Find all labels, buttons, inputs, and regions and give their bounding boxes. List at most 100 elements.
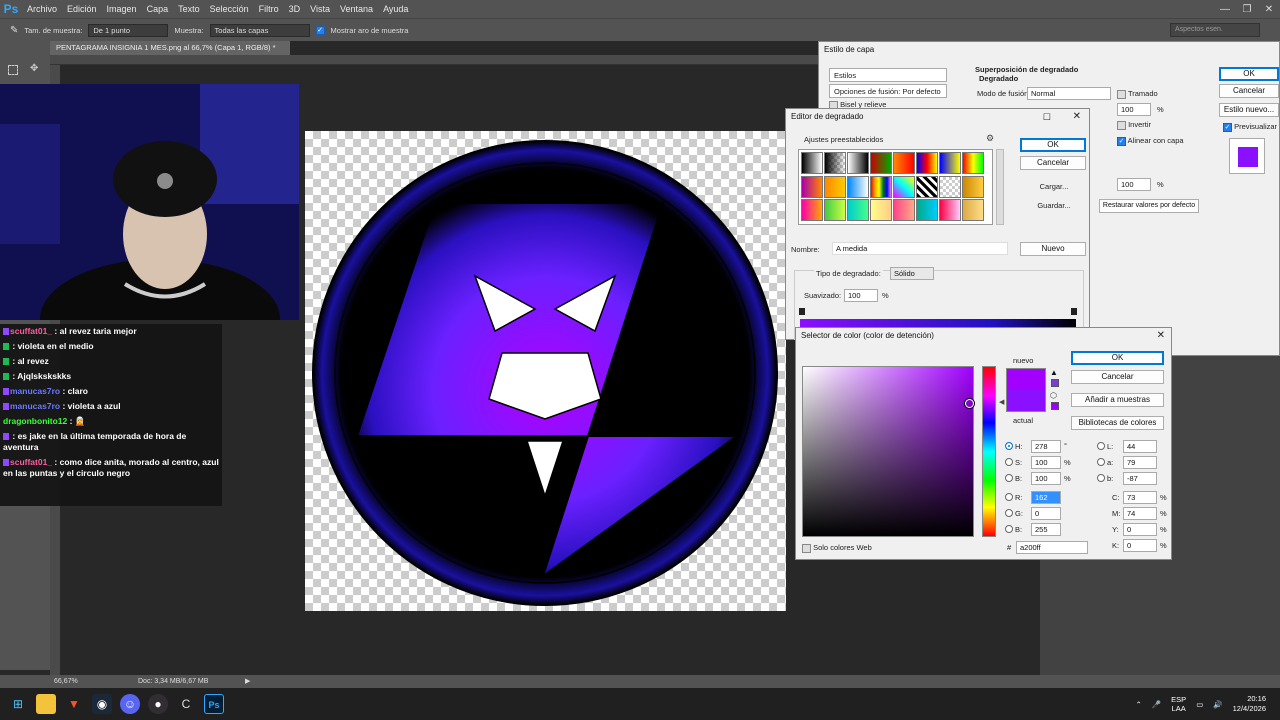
save-button[interactable]: Guardar... xyxy=(1022,201,1086,210)
sample-select[interactable]: Todas las capas xyxy=(209,23,310,37)
new-gradient-button[interactable]: Nuevo xyxy=(1020,242,1086,256)
obs-icon[interactable]: ● xyxy=(148,694,168,714)
l-field[interactable]: 44 xyxy=(1123,440,1157,453)
blend-mode-select[interactable]: Normal xyxy=(1027,87,1111,100)
gamut-swatch[interactable] xyxy=(1051,379,1059,387)
volume-icon[interactable]: 🔊 xyxy=(1213,700,1222,709)
web-only-option[interactable]: Solo colores Web xyxy=(802,543,872,553)
workspace-select[interactable]: Aspectos esen. xyxy=(1170,23,1260,37)
doc-info[interactable]: Doc: 3,34 MB/6,67 MB xyxy=(138,675,208,688)
g-radio[interactable] xyxy=(1005,509,1013,517)
blue-radio[interactable] xyxy=(1005,525,1013,533)
show-ring-checkbox[interactable]: ✓ xyxy=(315,25,325,35)
hue-slider[interactable] xyxy=(982,366,996,537)
opacity-stop-left[interactable] xyxy=(799,308,805,315)
blend-options-item[interactable]: Opciones de fusión: Por defecto xyxy=(829,84,947,98)
ok-button[interactable]: OK xyxy=(1071,351,1164,365)
s-field[interactable]: 100 xyxy=(1031,456,1061,469)
m-field[interactable]: 74 xyxy=(1123,507,1157,520)
saturation-brightness-field[interactable] xyxy=(802,366,974,537)
preset-swatch[interactable] xyxy=(962,199,984,222)
preset-swatch[interactable] xyxy=(847,199,869,222)
menu-vista[interactable]: Vista xyxy=(305,4,335,14)
preset-swatch[interactable] xyxy=(801,152,823,174)
menu-ayuda[interactable]: Ayuda xyxy=(378,4,413,14)
styles-tab[interactable]: Estilos xyxy=(829,68,947,82)
document-tab[interactable]: PENTAGRAMA INSIGNIA 1 MES.png al 66,7% (… xyxy=(50,41,290,55)
file-explorer-icon[interactable] xyxy=(36,694,56,714)
sample-size-select[interactable]: De 1 punto xyxy=(88,23,169,37)
preview-option[interactable]: ✓ Previsualizar xyxy=(1223,122,1277,132)
menu-filtro[interactable]: Filtro xyxy=(254,4,284,14)
network-icon[interactable]: ▭ xyxy=(1196,700,1203,709)
menu-texto[interactable]: Texto xyxy=(173,4,205,14)
minimize-icon[interactable]: — xyxy=(1214,4,1236,15)
preset-swatch[interactable] xyxy=(916,175,938,198)
menu-ventana[interactable]: Ventana xyxy=(335,4,378,14)
close-icon[interactable]: ✕ xyxy=(1073,111,1081,122)
opacity-stop-right[interactable] xyxy=(1071,308,1077,315)
gamut-warning-icon[interactable]: ▲ xyxy=(1050,368,1058,377)
align-option[interactable]: ✓ Alinear con capa xyxy=(1117,136,1184,146)
r-radio[interactable] xyxy=(1005,493,1013,501)
new-style-button[interactable]: Estilo nuevo... xyxy=(1219,103,1279,117)
c-field[interactable]: 73 xyxy=(1123,491,1157,504)
scale-field[interactable]: 100 xyxy=(1117,178,1151,191)
preset-swatch[interactable] xyxy=(893,175,915,198)
restore-icon[interactable]: ❐ xyxy=(1236,4,1258,15)
marquee-tool-icon[interactable] xyxy=(8,65,18,75)
add-to-swatches-button[interactable]: Añadir a muestras xyxy=(1071,393,1164,407)
ok-button[interactable]: OK xyxy=(1219,67,1279,81)
cancel-button[interactable]: Cancelar xyxy=(1020,156,1086,170)
cursor-app-icon[interactable]: C xyxy=(176,694,196,714)
mic-icon[interactable]: 🎤 xyxy=(1152,700,1161,709)
blue-field[interactable]: 255 xyxy=(1031,523,1061,536)
b-field[interactable]: 100 xyxy=(1031,472,1061,485)
preset-swatch[interactable] xyxy=(801,199,823,222)
preview-checkbox[interactable]: ✓ xyxy=(1223,122,1232,132)
y-field[interactable]: 0 xyxy=(1123,523,1157,536)
preset-swatch[interactable] xyxy=(916,199,938,222)
dither-option[interactable]: Tramado xyxy=(1117,89,1158,99)
name-field[interactable]: A medida xyxy=(832,242,1008,255)
document-canvas[interactable] xyxy=(305,131,786,611)
smooth-field[interactable]: 100 xyxy=(844,289,878,302)
reset-defaults-button[interactable]: Restaurar valores por defecto xyxy=(1099,199,1199,213)
a-field[interactable]: 79 xyxy=(1123,456,1157,469)
cancel-button[interactable]: Cancelar xyxy=(1071,370,1164,384)
presets-scrollbar[interactable] xyxy=(996,149,1004,225)
h-field[interactable]: 278 xyxy=(1031,440,1061,453)
photoshop-app-icon[interactable]: Ps xyxy=(0,0,22,18)
menu-archivo[interactable]: Archivo xyxy=(22,4,62,14)
l-radio[interactable] xyxy=(1097,442,1105,450)
preset-swatch[interactable] xyxy=(893,152,915,174)
k-field[interactable]: 0 xyxy=(1123,539,1157,552)
menu-3d[interactable]: 3D xyxy=(284,4,306,14)
ok-button[interactable]: OK xyxy=(1020,138,1086,152)
preset-swatch[interactable] xyxy=(870,152,892,174)
preset-swatch[interactable] xyxy=(939,175,961,198)
preset-swatch[interactable] xyxy=(847,152,869,174)
zoom-level[interactable]: 66,67% xyxy=(54,675,78,688)
b-radio[interactable] xyxy=(1005,474,1013,482)
menu-imagen[interactable]: Imagen xyxy=(102,4,142,14)
preset-swatch[interactable] xyxy=(893,199,915,222)
preset-swatch[interactable] xyxy=(939,199,961,222)
dither-checkbox[interactable] xyxy=(1117,89,1126,99)
preset-swatch[interactable] xyxy=(870,175,892,198)
color-cursor[interactable] xyxy=(965,399,974,408)
close-icon[interactable]: ✕ xyxy=(1157,330,1165,341)
r-field[interactable]: 162 xyxy=(1031,491,1061,504)
gradient-type-select[interactable]: Sólido xyxy=(890,267,934,280)
preset-swatch[interactable] xyxy=(824,199,846,222)
maximize-icon[interactable]: ☐ xyxy=(1043,112,1051,123)
preset-swatch[interactable] xyxy=(847,175,869,198)
preset-swatch[interactable] xyxy=(801,175,823,198)
preset-swatch[interactable] xyxy=(939,152,961,174)
current-color-swatch[interactable] xyxy=(1006,390,1046,412)
websafe-swatch[interactable] xyxy=(1051,402,1059,410)
hue-slider-handle[interactable]: ◀ xyxy=(999,398,1004,406)
preset-swatch[interactable] xyxy=(824,175,846,198)
discord-icon[interactable]: ☺ xyxy=(120,694,140,714)
preset-swatch[interactable] xyxy=(916,152,938,174)
